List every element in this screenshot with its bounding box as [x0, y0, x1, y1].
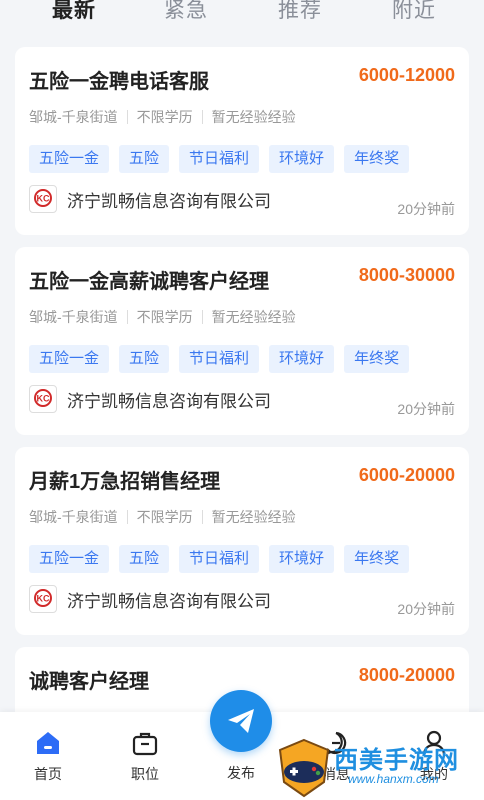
job-tag: 节日福利: [179, 345, 260, 373]
tab-recommended[interactable]: 推荐: [278, 0, 322, 24]
job-location: 邹城-千泉街道: [29, 509, 118, 525]
job-tags: 五险一金 五险 节日福利 环境好 年终奖: [29, 145, 419, 173]
job-tags: 五险一金 五险 节日福利 环境好 年终奖: [29, 545, 419, 573]
watermark-text: 西美手游网: [334, 747, 459, 774]
job-meta: 邹城-千泉街道 不限学历 暂无经验经验: [29, 107, 296, 127]
tab-urgent[interactable]: 紧急: [164, 0, 208, 24]
briefcase-icon: [115, 728, 175, 758]
job-meta: 邹城-千泉街道 不限学历 暂无经验经验: [29, 507, 296, 527]
job-location: 邹城-千泉街道: [29, 309, 118, 325]
job-tag: 五险一金: [29, 145, 110, 173]
job-salary: 8000-20000: [358, 665, 455, 685]
job-education: 不限学历: [136, 309, 193, 325]
company-name: 济宁凯畅信息咨询有限公司: [67, 391, 271, 411]
job-tag: 年终奖: [344, 345, 410, 373]
job-title: 五险一金聘电话客服: [29, 71, 209, 93]
home-icon: [18, 728, 78, 758]
job-tag: 五险一金: [29, 545, 110, 573]
top-tabs: 最新 紧急 推荐 附近: [0, 0, 484, 34]
tab-nearby[interactable]: 附近: [392, 0, 436, 24]
job-tag: 年终奖: [344, 545, 410, 573]
company-logo-icon: KC: [29, 385, 57, 413]
job-title: 五险一金高薪诚聘客户经理: [29, 271, 269, 293]
divider: [126, 510, 128, 524]
paper-plane-icon: [228, 709, 254, 733]
tabbar-home-label: 首页: [34, 766, 62, 782]
job-tag: 年终奖: [344, 145, 410, 173]
svg-text:KC: KC: [37, 194, 50, 204]
company-logo-icon: KC: [29, 185, 57, 213]
job-title: 诚聘客户经理: [29, 671, 149, 693]
company-logo-icon: KC: [29, 585, 57, 613]
job-tag: 节日福利: [179, 545, 260, 573]
company-row: KC 济宁凯畅信息咨询有限公司: [29, 585, 271, 613]
divider: [201, 510, 203, 524]
divider: [201, 110, 203, 124]
company-name: 济宁凯畅信息咨询有限公司: [67, 191, 271, 211]
tab-latest[interactable]: 最新: [52, 0, 96, 24]
job-card[interactable]: 五险一金高薪诚聘客户经理 8000-30000 邹城-千泉街道 不限学历 暂无经…: [15, 247, 469, 435]
job-tag: 五险: [119, 345, 170, 373]
tabbar-jobs[interactable]: 职位: [115, 728, 175, 784]
company-row: KC 济宁凯畅信息咨询有限公司: [29, 185, 271, 213]
watermark: 西美手游网 www.hanxm.com: [272, 738, 484, 800]
tabbar-jobs-label: 职位: [131, 766, 159, 782]
job-tag: 环境好: [269, 345, 335, 373]
job-salary: 8000-30000: [358, 265, 455, 285]
job-tag: 环境好: [269, 145, 335, 173]
job-card[interactable]: 五险一金聘电话客服 6000-12000 邹城-千泉街道 不限学历 暂无经验经验…: [15, 47, 469, 235]
company-name: 济宁凯畅信息咨询有限公司: [67, 591, 271, 611]
job-tag: 五险: [119, 145, 170, 173]
job-meta: 邹城-千泉街道 不限学历 暂无经验经验: [29, 307, 296, 327]
job-title: 月薪1万急招销售经理: [29, 471, 221, 493]
job-tags: 五险一金 五险 节日福利 环境好 年终奖: [29, 345, 419, 373]
company-row: KC 济宁凯畅信息咨询有限公司: [29, 385, 271, 413]
watermark-url: www.hanxm.com: [348, 772, 439, 786]
divider: [126, 110, 128, 124]
post-time: 20分钟前: [397, 401, 455, 417]
job-education: 不限学历: [136, 109, 193, 125]
post-time: 20分钟前: [397, 201, 455, 217]
job-tag: 节日福利: [179, 145, 260, 173]
job-location: 邹城-千泉街道: [29, 109, 118, 125]
job-experience: 暂无经验经验: [211, 309, 296, 325]
publish-button[interactable]: [210, 690, 272, 752]
job-salary: 6000-12000: [358, 65, 455, 85]
job-tag: 环境好: [269, 545, 335, 573]
job-education: 不限学历: [136, 509, 193, 525]
publish-label: 发布: [227, 765, 255, 781]
job-salary: 6000-20000: [358, 465, 455, 485]
tabbar-home[interactable]: 首页: [18, 728, 78, 784]
post-time: 20分钟前: [397, 601, 455, 617]
svg-text:KC: KC: [37, 594, 50, 604]
job-card[interactable]: 月薪1万急招销售经理 6000-20000 邹城-千泉街道 不限学历 暂无经验经…: [15, 447, 469, 635]
job-tag: 五险一金: [29, 345, 110, 373]
svg-text:KC: KC: [37, 394, 50, 404]
job-experience: 暂无经验经验: [211, 109, 296, 125]
divider: [201, 310, 203, 324]
job-experience: 暂无经验经验: [211, 509, 296, 525]
job-tag: 五险: [119, 545, 170, 573]
gamepad-logo-icon: [278, 738, 330, 798]
divider: [126, 310, 128, 324]
